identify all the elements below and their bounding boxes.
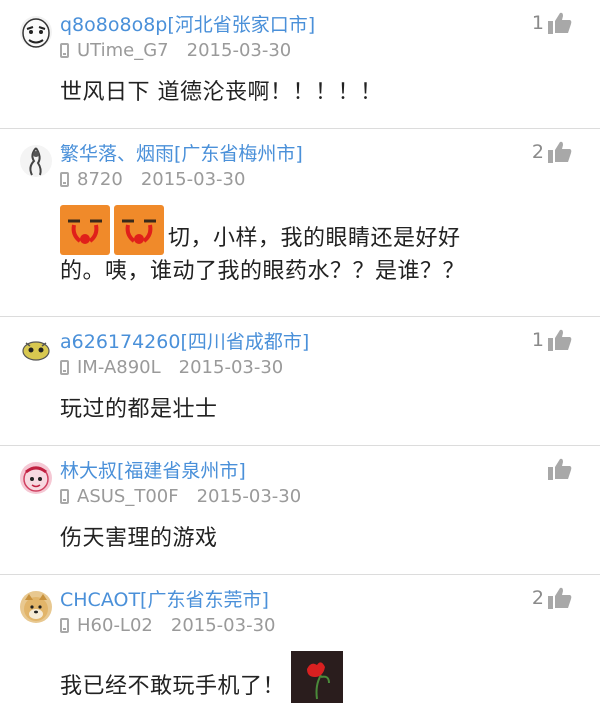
comment-date: 2015-03-30 (196, 486, 302, 507)
device-name: ASUS_T00F (77, 486, 179, 507)
comment-item: 林大叔[福建省泉州市] ASUS_T00F 2015-03-30 伤天害理的游戏 (0, 446, 600, 575)
eye-drops-emoji (114, 205, 164, 255)
meme-face-icon (22, 18, 50, 48)
comment-text: 切，小样，我的眼睛还是好好 的。咦，谁动了我的眼药水？？是谁？？ (60, 205, 580, 288)
ink-figure-icon (29, 147, 42, 176)
meta-line: 8720 2015-03-30 (60, 169, 245, 190)
device-name: IM-A890L (77, 357, 161, 378)
phone-icon (60, 489, 69, 504)
like-count: 1 (531, 12, 544, 34)
meta-line: ASUS_T00F 2015-03-30 (60, 486, 301, 507)
like-button[interactable]: 2 (532, 141, 572, 163)
thumbs-up-icon (548, 12, 572, 34)
comment-text: 世风日下 道德沦丧啊！！！！！ (60, 80, 383, 105)
thumbs-up-icon (548, 458, 572, 480)
like-button[interactable]: 1 (532, 12, 572, 34)
thumbs-up-icon (548, 141, 572, 163)
username[interactable]: q8o8o8o8p[河北省张家口市] (60, 10, 315, 37)
phone-icon (60, 618, 69, 633)
thumbs-up-icon (548, 587, 572, 609)
comment-item: q8o8o8o8p[河北省张家口市] UTime_G7 2015-03-30 1… (0, 0, 600, 129)
comment-date: 2015-03-30 (140, 169, 246, 190)
cartoon-icon (22, 341, 50, 361)
phone-icon (60, 43, 69, 58)
comment-text: 玩过的都是壮士 (60, 397, 218, 422)
comment-item: a626174260[四川省成都市] IM-A890L 2015-03-30 1… (0, 317, 600, 446)
comment-date: 2015-03-30 (186, 40, 292, 61)
comment-text-line: 切，小样，我的眼睛还是好好 (168, 226, 461, 251)
comment-date: 2015-03-30 (178, 357, 284, 378)
avatar[interactable] (20, 16, 52, 48)
thumbs-up-icon (548, 329, 572, 351)
device-name: UTime_G7 (77, 40, 169, 61)
avatar[interactable] (20, 591, 52, 623)
like-button[interactable] (544, 458, 572, 480)
username[interactable]: 林大叔[福建省泉州市] (60, 456, 246, 483)
meta-line: H60-L02 2015-03-30 (60, 615, 275, 636)
comment-item: 繁华落、烟雨[广东省梅州市] 8720 2015-03-30 2 切，小样，我的… (0, 129, 600, 317)
device-name: 8720 (77, 169, 123, 190)
like-button[interactable]: 2 (532, 587, 572, 609)
like-count: 1 (531, 329, 544, 351)
username[interactable]: CHCAOT[广东省东莞市] (60, 585, 269, 612)
comment-text-line: 的。咦，谁动了我的眼药水？？是谁？？ (60, 259, 466, 284)
avatar[interactable] (20, 145, 52, 177)
phone-icon (60, 360, 69, 375)
pink-cartoon-icon (23, 466, 49, 492)
like-count: 2 (531, 587, 544, 609)
comment-text: 我已经不敢玩手机了！ (60, 651, 344, 703)
meta-line: UTime_G7 2015-03-30 (60, 40, 291, 61)
like-count: 2 (531, 141, 544, 163)
comment-text: 伤天害理的游戏 (60, 526, 218, 551)
username[interactable]: a626174260[四川省成都市] (60, 327, 309, 354)
comment-item: CHCAOT[广东省东莞市] H60-L02 2015-03-30 2 我已经不… (0, 575, 600, 712)
avatar[interactable] (20, 333, 52, 365)
eye-drops-emoji (60, 205, 110, 255)
username[interactable]: 繁华落、烟雨[广东省梅州市] (60, 139, 303, 166)
comment-date: 2015-03-30 (170, 615, 276, 636)
avatar[interactable] (20, 462, 52, 494)
comment-text-line: 我已经不敢玩手机了！ (60, 674, 286, 699)
wilted-flower-emoji (291, 651, 344, 703)
meta-line: IM-A890L 2015-03-30 (60, 357, 283, 378)
doge-icon (24, 594, 48, 621)
phone-icon (60, 172, 69, 187)
like-button[interactable]: 1 (532, 329, 572, 351)
device-name: H60-L02 (77, 615, 153, 636)
